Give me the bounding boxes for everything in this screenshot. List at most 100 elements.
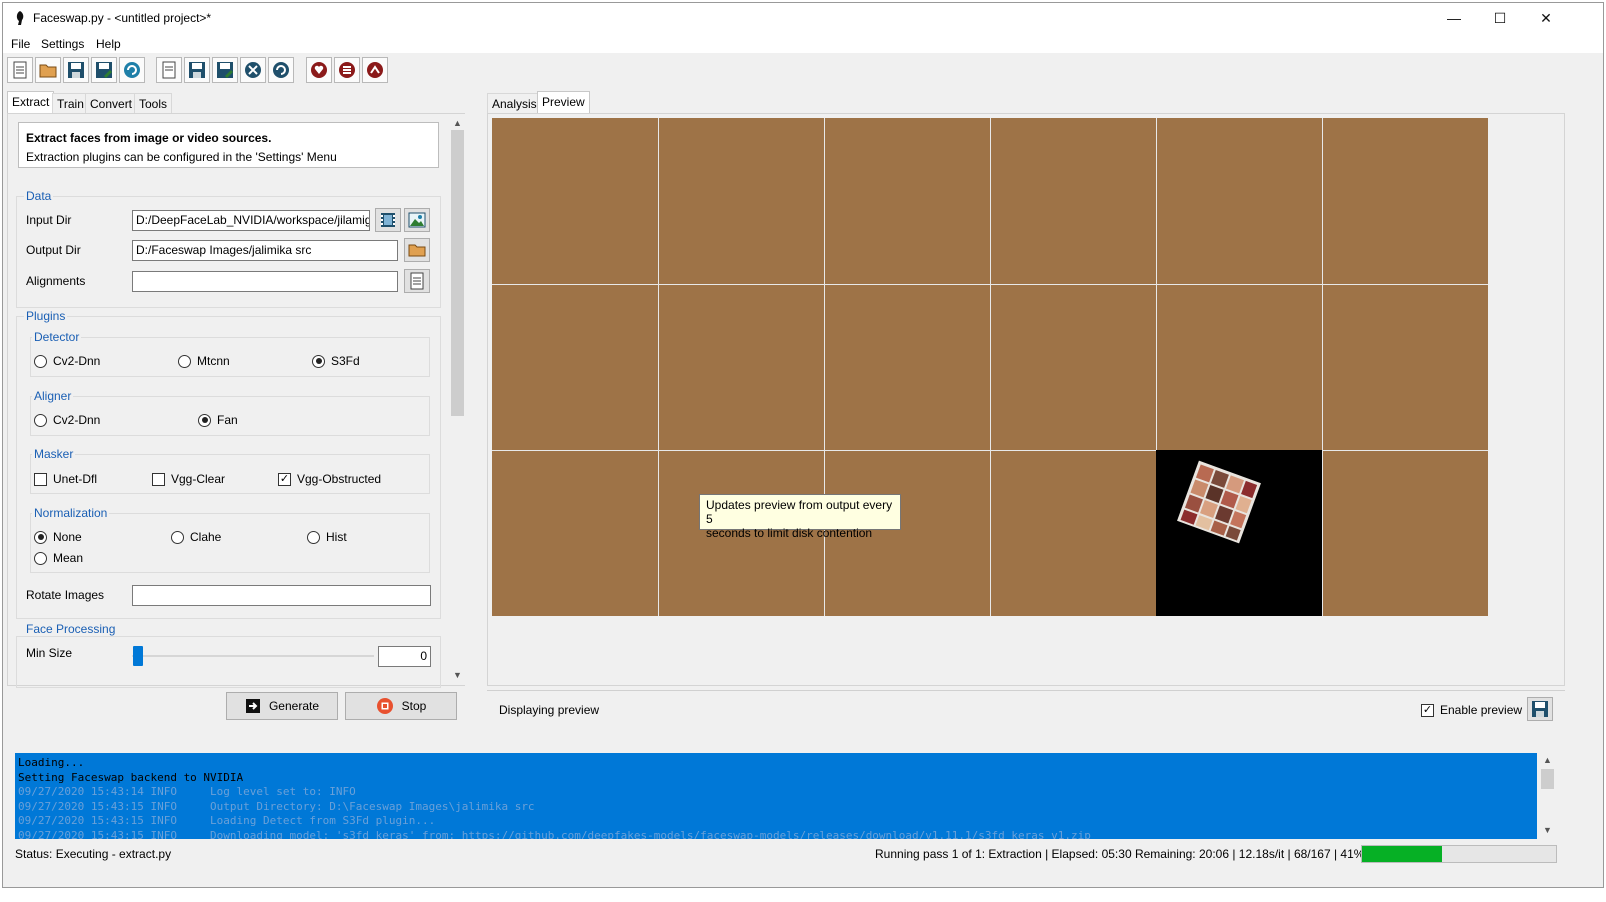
save-task-button[interactable] [184, 57, 210, 83]
console-scroll-thumb[interactable] [1541, 769, 1554, 789]
reload-project-button[interactable] [119, 57, 145, 83]
aligner-option-fan[interactable]: Fan [198, 413, 238, 427]
description-heading: Extract faces from image or video source… [26, 131, 272, 145]
github-button[interactable] [362, 57, 388, 83]
masker-group-title: Masker [32, 447, 76, 461]
min-size-label: Min Size [26, 646, 73, 660]
preview-grid [492, 118, 1488, 616]
alignments-label: Alignments [26, 274, 86, 288]
aligner-option-label: Cv2-Dnn [53, 413, 101, 427]
close-button[interactable]: ✕ [1523, 3, 1569, 33]
new-project-icon [13, 61, 27, 79]
title-bar: Faceswap.py - <untitled project>* — ☐ ✕ [3, 3, 1603, 33]
scroll-up-icon[interactable]: ▲ [1543, 755, 1552, 765]
min-size-slider-thumb[interactable] [133, 646, 143, 666]
scroll-down-icon[interactable]: ▼ [453, 670, 462, 680]
enable-preview-checkbox[interactable]: ✓ Enable preview [1421, 703, 1522, 717]
stop-button[interactable]: Stop [345, 692, 457, 720]
select-output-folder-button[interactable] [404, 238, 430, 262]
select-alignments-file-button[interactable] [404, 269, 430, 293]
detector-option-s3fd[interactable]: S3Fd [312, 354, 360, 368]
reload-task-button[interactable] [268, 57, 294, 83]
masker-option-unet-dfl[interactable]: Unet-Dfl [34, 472, 97, 486]
folder-icon [408, 244, 426, 257]
output-dir-field[interactable]: D:/Faceswap Images/jalimika src [132, 240, 398, 261]
preview-panel [487, 113, 1565, 686]
progress-bar-fill [1362, 846, 1442, 862]
new-task-icon [162, 61, 176, 79]
save-preview-button[interactable] [1527, 697, 1553, 721]
preview-tooltip: Updates preview from output every 5 seco… [699, 494, 901, 540]
tooltip-line: seconds to limit disk contention [706, 526, 873, 540]
clear-task-button[interactable] [240, 57, 266, 83]
min-size-slider-track [132, 655, 374, 657]
menu-help[interactable]: Help [96, 37, 121, 51]
input-dir-field[interactable]: D:/DeepFaceLab_NVIDIA/workspace/jilamiga [132, 210, 370, 231]
alignments-field[interactable] [132, 271, 398, 292]
aligner-option-cv2-dnn[interactable]: Cv2-Dnn [34, 413, 100, 427]
min-size-field[interactable]: 0 [378, 646, 431, 667]
video-icon [381, 213, 395, 227]
save-icon [1532, 701, 1548, 717]
options-scroll-thumb[interactable] [451, 130, 464, 416]
select-image-folder-button[interactable] [404, 208, 430, 232]
tab-analysis[interactable]: Analysis [487, 93, 542, 113]
console-scrollbar[interactable]: ▲ ▼ [1539, 753, 1556, 839]
image-icon [408, 212, 426, 228]
normalization-option-clahe[interactable]: Clahe [171, 530, 221, 544]
save-task-as-button[interactable] [212, 57, 238, 83]
detector-option-cv2-dnn[interactable]: Cv2-Dnn [34, 354, 100, 368]
menu-file[interactable]: File [11, 37, 30, 51]
settings-button[interactable] [334, 57, 360, 83]
log-line: 09/27/2020 15:43:15 INFO Loading Detect … [18, 814, 436, 827]
select-video-button[interactable] [375, 208, 401, 232]
toolbar [3, 54, 1603, 88]
aligner-group-title: Aligner [32, 389, 74, 403]
tab-convert[interactable]: Convert [85, 93, 138, 113]
masker-option-vgg-clear[interactable]: Vgg-Clear [152, 472, 225, 486]
rotate-images-field[interactable] [132, 585, 431, 606]
detector-option-mtcnn[interactable]: Mtcnn [178, 354, 230, 368]
save-project-button[interactable] [63, 57, 89, 83]
normalization-option-mean[interactable]: Mean [34, 551, 83, 565]
status-bar: Status: Executing - extract.py Running p… [3, 843, 1603, 865]
masker-option-vgg-obstructed[interactable]: ✓ Vgg-Obstructed [278, 472, 381, 486]
data-group-title: Data [24, 189, 54, 203]
detector-option-label: S3Fd [331, 354, 360, 368]
clear-task-icon [245, 62, 261, 78]
new-task-button[interactable] [156, 57, 182, 83]
normalization-option-none[interactable]: None [34, 530, 82, 544]
scroll-up-icon[interactable]: ▲ [453, 118, 462, 128]
open-project-button[interactable] [35, 57, 61, 83]
close-icon: ✕ [1540, 9, 1552, 26]
detector-option-label: Cv2-Dnn [53, 354, 101, 368]
scroll-down-icon[interactable]: ▼ [1543, 825, 1552, 835]
maximize-button[interactable]: ☐ [1477, 3, 1523, 33]
save-task-as-icon [217, 62, 233, 78]
tab-train[interactable]: Train [52, 93, 89, 113]
normalization-group [30, 513, 430, 573]
options-scrollbar[interactable]: ▲ ▼ [449, 114, 466, 685]
detector-group-title: Detector [32, 330, 82, 344]
tab-extract[interactable]: Extract [7, 91, 55, 113]
console-log: Loading... Setting Faceswap backend to NV… [15, 753, 1537, 839]
grid-divider [492, 450, 1488, 451]
description-text: Extraction plugins can be configured in … [26, 150, 337, 164]
preview-status-text: Displaying preview [499, 703, 600, 717]
save-project-as-icon [96, 62, 112, 78]
generate-label: Generate [268, 699, 320, 713]
generate-button[interactable]: Generate [226, 692, 338, 720]
normalization-option-hist[interactable]: Hist [307, 530, 347, 544]
minimize-button[interactable]: — [1431, 3, 1477, 33]
save-project-as-button[interactable] [91, 57, 117, 83]
log-line: 09/27/2020 15:43:14 INFO Log level set t… [18, 785, 356, 798]
face-collage-image [1177, 460, 1261, 544]
donate-button[interactable] [306, 57, 332, 83]
tab-preview[interactable]: Preview [537, 91, 590, 113]
maximize-icon: ☐ [1493, 9, 1507, 26]
grid-divider [658, 118, 659, 616]
normalization-option-label: Clahe [190, 530, 222, 544]
tab-tools[interactable]: Tools [134, 93, 173, 113]
new-project-button[interactable] [7, 57, 33, 83]
menu-settings[interactable]: Settings [41, 37, 84, 51]
